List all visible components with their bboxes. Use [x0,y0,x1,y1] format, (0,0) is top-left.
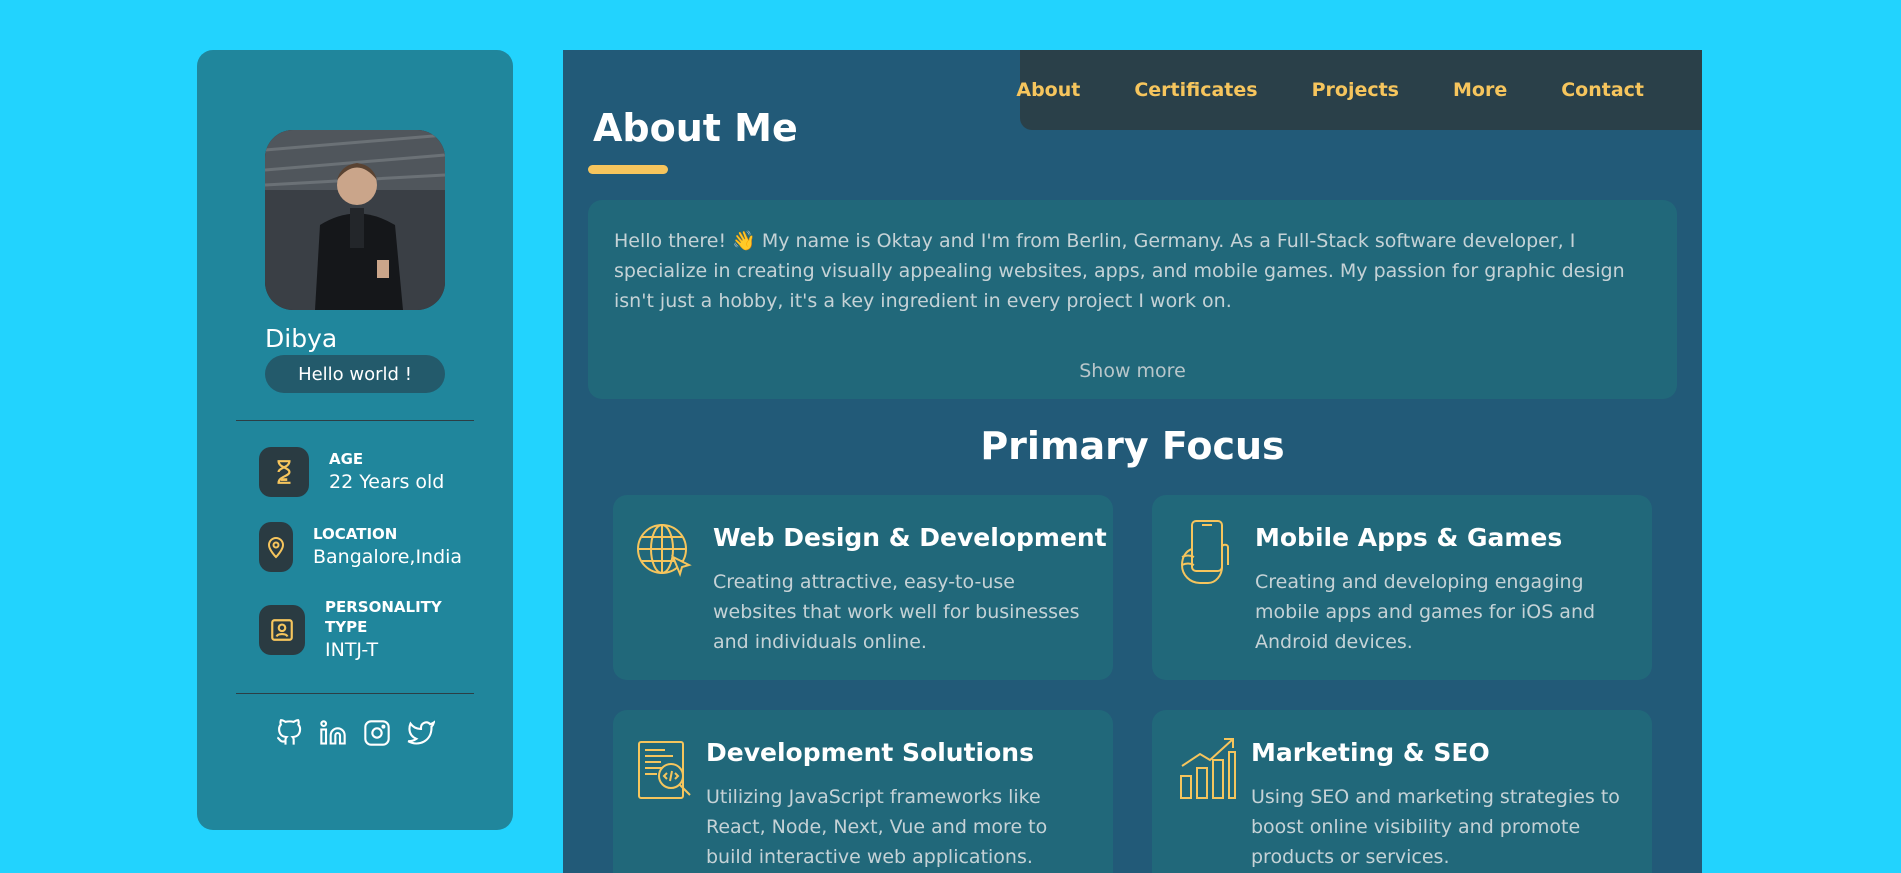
instagram-icon[interactable] [362,718,392,748]
card-title: Marketing & SEO [1251,738,1490,767]
card-title: Development Solutions [706,738,1034,767]
card-desc: Utilizing JavaScript frameworks like Rea… [706,786,1048,868]
location-pin-icon [259,522,293,572]
globe-cursor-icon [637,521,695,579]
info-value: Bangalore,India [313,546,463,568]
social-links [197,718,513,748]
section-title: Primary Focus [980,424,1285,468]
info-value: INTJ-T [325,639,379,661]
show-more-button[interactable]: Show more [588,360,1677,382]
nav-projects[interactable]: Projects [1312,79,1399,101]
focus-card-dev: Development Solutions Utilizing JavaScri… [613,710,1113,873]
avatar [265,130,445,310]
divider [236,693,474,694]
info-age-text: AGE 22 Years old [329,449,444,495]
hourglass-icon [259,447,309,497]
nav-about[interactable]: About [1016,79,1080,101]
nav-more[interactable]: More [1453,79,1507,101]
profile-sidebar: Dibya Hello world ! AGE 22 Years old LOC… [197,50,513,830]
card-desc: Creating attractive, easy-to-use website… [713,571,1080,653]
focus-card-seo: Marketing & SEO Using SEO and marketing … [1152,710,1652,873]
linkedin-icon[interactable] [318,718,348,748]
profile-name: Dibya [265,324,338,353]
title-underline [588,165,668,174]
divider [236,420,474,421]
contact-card-icon [259,605,305,655]
card-title: Mobile Apps & Games [1255,523,1563,552]
top-navbar: About Certificates Projects More Contact [1016,50,1702,130]
info-location: LOCATION Bangalore,India [259,522,462,572]
about-text: Hello there! 👋 My name is Oktay and I'm … [614,230,1625,312]
info-personality: PERSONALITY TYPE INTJ-T [259,597,445,663]
info-label: AGE [329,450,364,468]
tagline-badge: Hello world ! [265,355,445,393]
info-label: PERSONALITY TYPE [325,598,442,636]
info-personality-text: PERSONALITY TYPE INTJ-T [325,597,445,663]
github-icon[interactable] [274,718,304,748]
info-value: 22 Years old [329,471,445,493]
focus-card-mobile: Mobile Apps & Games Creating and develop… [1152,495,1652,680]
info-age: AGE 22 Years old [259,447,444,497]
card-desc: Creating and developing engaging mobile … [1255,571,1596,653]
phone-hand-icon [1178,519,1236,584]
info-location-text: LOCATION Bangalore,India [313,524,462,570]
twitter-icon[interactable] [406,718,436,748]
page-title: About Me [593,106,798,150]
about-card: Hello there! 👋 My name is Oktay and I'm … [588,200,1677,399]
focus-card-web: Web Design & Development Creating attrac… [613,495,1113,680]
card-desc: Using SEO and marketing strategies to bo… [1251,786,1620,868]
main-panel: About Certificates Projects More Contact… [563,50,1702,873]
growth-chart-icon [1178,736,1236,799]
info-label: LOCATION [313,525,398,543]
card-title: Web Design & Development [713,523,1107,552]
nav-certificates[interactable]: Certificates [1134,79,1257,101]
code-search-icon [637,740,695,799]
nav-contact[interactable]: Contact [1561,79,1644,101]
